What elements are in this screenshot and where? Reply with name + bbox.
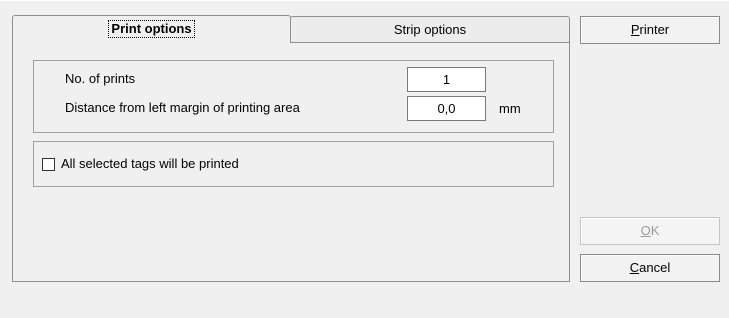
ok-button-mnemonic: O	[640, 223, 651, 238]
tab-print-options-label: Print options	[108, 20, 195, 38]
ok-button[interactable]: OK	[580, 217, 720, 245]
all-selected-tags-label[interactable]: All selected tags will be printed	[61, 156, 239, 171]
no-of-prints-input[interactable]: 1	[407, 67, 486, 92]
ok-button-label: K	[650, 223, 660, 238]
cancel-button-label: ancel	[639, 260, 671, 275]
tab-strip-options[interactable]: Strip options	[290, 16, 570, 42]
print-settings-group: No. of prints 1 Distance from left margi…	[33, 60, 554, 133]
distance-input[interactable]: 0,0	[407, 96, 486, 121]
cancel-button-mnemonic: C	[629, 260, 640, 275]
print-options-panel: No. of prints 1 Distance from left margi…	[12, 42, 570, 282]
all-selected-tags-checkbox[interactable]	[42, 158, 55, 171]
distance-unit-label: mm	[499, 101, 521, 116]
distance-label: Distance from left margin of printing ar…	[65, 100, 300, 115]
printer-button[interactable]: Printer	[580, 16, 720, 44]
no-of-prints-label: No. of prints	[65, 71, 136, 86]
tab-strip-options-label: Strip options	[393, 22, 467, 37]
tab-print-options[interactable]: Print options	[12, 15, 291, 43]
tag-options-group: All selected tags will be printed	[33, 141, 554, 187]
printer-button-label: rinter	[639, 22, 670, 37]
window-top-edge	[0, 0, 729, 1]
cancel-button[interactable]: Cancel	[580, 254, 720, 282]
printer-button-mnemonic: P	[630, 22, 640, 37]
